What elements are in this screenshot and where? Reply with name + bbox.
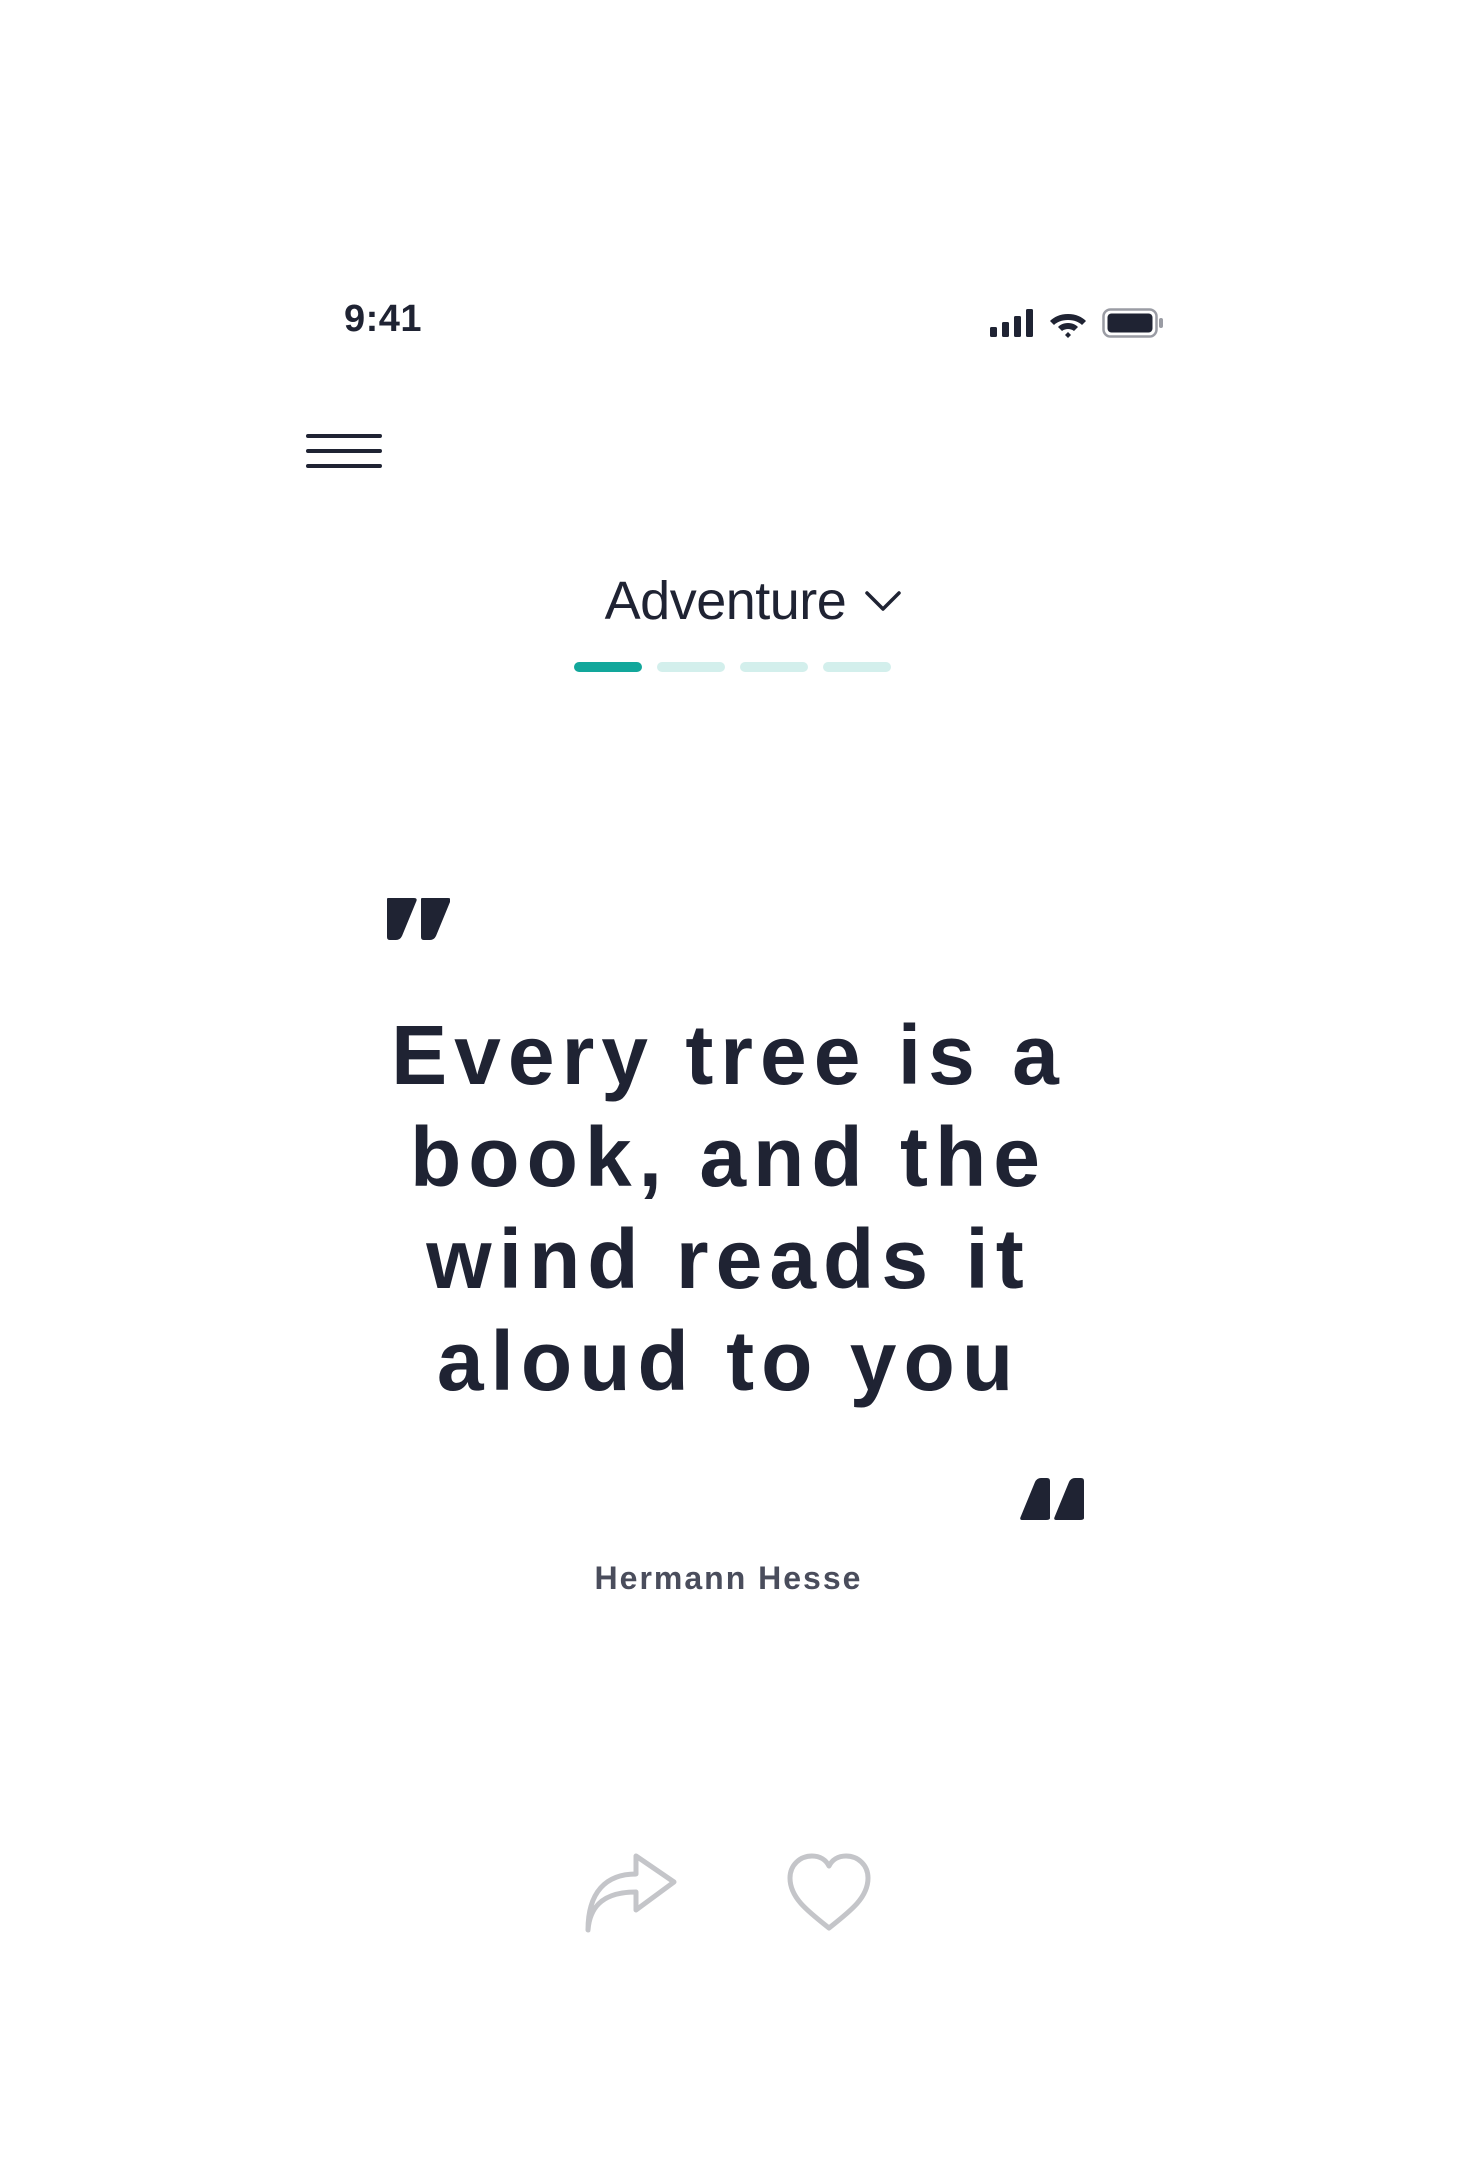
quote-line-3: wind reads it bbox=[426, 1212, 1031, 1306]
progress-segment-4 bbox=[823, 662, 891, 672]
like-button[interactable] bbox=[786, 1852, 872, 1934]
quote-author: Hermann Hesse bbox=[594, 1560, 863, 1596]
progress-segment-2 bbox=[657, 662, 725, 672]
heart-icon bbox=[787, 1853, 871, 1931]
quote-line-4: aloud to you bbox=[436, 1314, 1021, 1408]
hamburger-menu-icon bbox=[306, 434, 382, 468]
quote-line-1: Every tree is a bbox=[391, 1008, 1066, 1102]
open-quote-icon bbox=[387, 898, 450, 940]
quote-line-2: book, and the bbox=[410, 1110, 1047, 1204]
progress-segment-3 bbox=[740, 662, 808, 672]
category-dropdown[interactable]: Adventure bbox=[555, 570, 903, 632]
page-progress-indicator bbox=[574, 662, 891, 672]
share-button[interactable] bbox=[584, 1852, 680, 1936]
quote-text: Every tree is a book, and the wind reads… bbox=[0, 1004, 1457, 1412]
share-arrow-icon bbox=[585, 1853, 677, 1933]
battery-icon bbox=[1102, 308, 1163, 338]
wifi-icon bbox=[1050, 314, 1086, 338]
status-time: 9:41 bbox=[344, 298, 423, 340]
category-header: Adventure bbox=[0, 570, 1457, 632]
status-icons bbox=[990, 308, 1164, 338]
close-quote-icon bbox=[1020, 1478, 1084, 1520]
cellular-signal-icon bbox=[990, 309, 1033, 337]
category-label: Adventure bbox=[604, 571, 847, 631]
menu-button[interactable] bbox=[302, 430, 386, 482]
chevron-down-icon bbox=[865, 591, 902, 611]
progress-segment-1 bbox=[574, 662, 642, 672]
